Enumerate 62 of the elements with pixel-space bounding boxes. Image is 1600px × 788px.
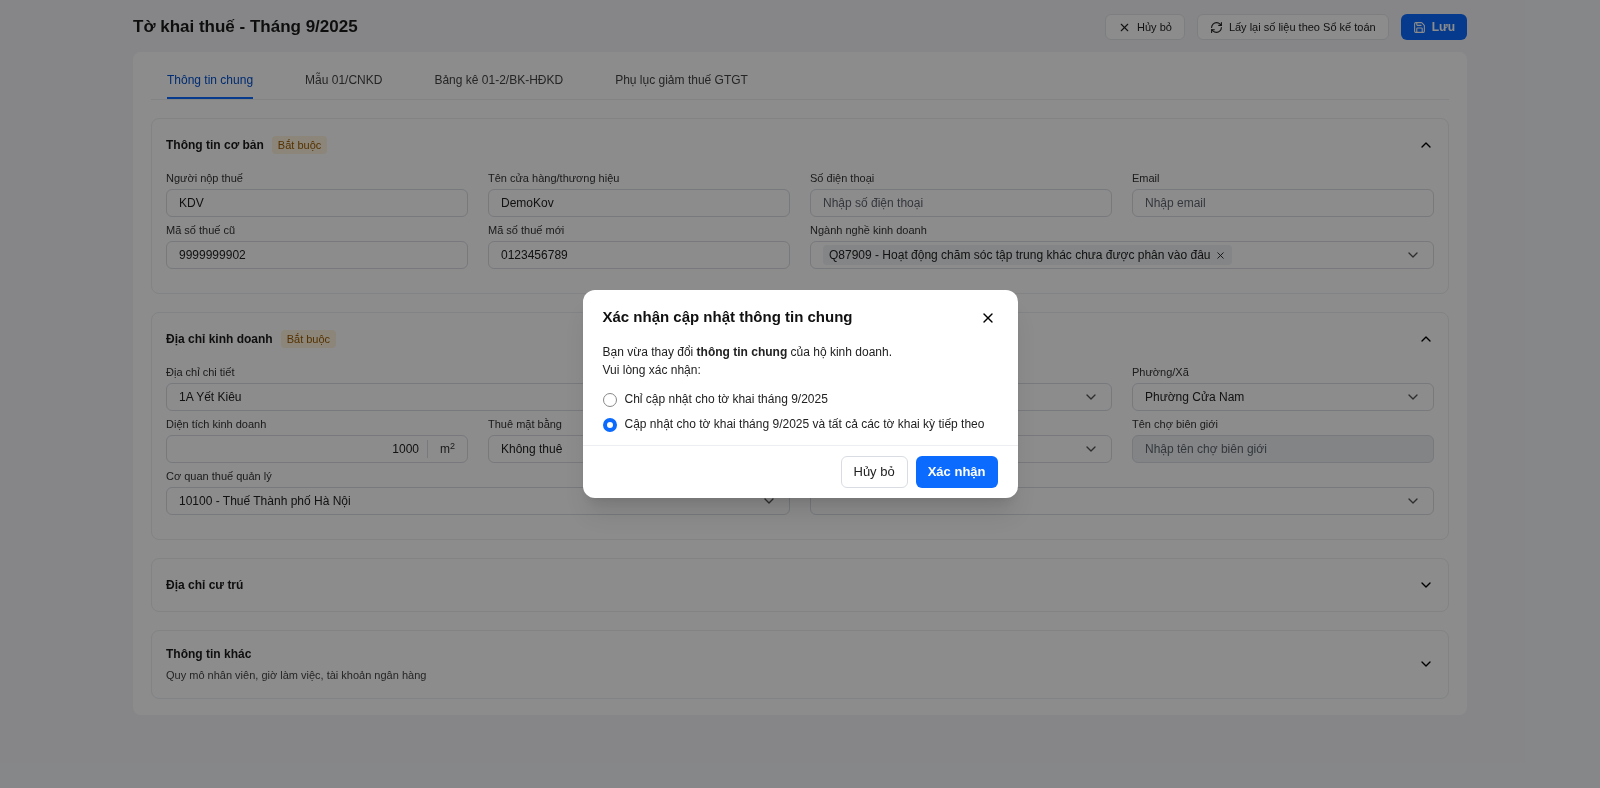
- input-field[interactable]: 1000 m$^{2}$: [166, 435, 468, 463]
- reload-button[interactable]: Lấy lại số liệu theo Sổ kế toán: [1196, 14, 1389, 40]
- option-label: Cập nhật cho tờ khai tháng 9/2025 và tất cả các tờ khai kỳ tiếp theo: [624, 415, 985, 433]
- field-label: Tên cửa hàng/thương hiệu: [488, 171, 620, 185]
- field-label: Email: [1132, 171, 1160, 185]
- field-value: 10100 - Thuế Thành phố Hà Nội: [179, 493, 351, 510]
- required-badge: Bắt buộc: [271, 135, 328, 155]
- field-label: Số điện thoại: [810, 171, 875, 185]
- input-field[interactable]: 9999999902: [166, 241, 468, 269]
- input-field[interactable]: DemoKov: [488, 189, 790, 217]
- page-title: Tờ khai thuế - Tháng 9/2025: [133, 16, 358, 39]
- input-field[interactable]: Nhập số điện thoại: [810, 189, 1112, 217]
- placeholder: Nhập email: [1145, 195, 1206, 212]
- select-field[interactable]: Phường Cửa Nam: [1132, 383, 1434, 411]
- field-value: Không thuê: [501, 441, 563, 458]
- radio-button[interactable]: [602, 417, 617, 432]
- field-label: Ngành nghề kinh doanh: [810, 223, 927, 237]
- save-icon: [1412, 20, 1426, 34]
- field-value: KDV: [179, 195, 204, 212]
- input-field[interactable]: KDV: [166, 189, 468, 217]
- section-title: Địa chỉ kinh doanh: [166, 331, 273, 348]
- section-title: Địa chỉ cư trú: [166, 577, 244, 594]
- field-value: 9999999902: [179, 247, 246, 264]
- refresh-icon: [1209, 20, 1223, 34]
- field-label: Cơ quan thuế quản lý: [166, 469, 272, 483]
- field-label: Phường/Xã: [1132, 365, 1189, 379]
- cancel-button[interactable]: Hủy bỏ: [840, 455, 908, 488]
- field-label: Tên chợ biên giới: [1132, 417, 1218, 431]
- input-field[interactable]: Nhập email: [1132, 189, 1434, 217]
- field-label: Diện tích kinh doanh: [166, 417, 267, 431]
- field-label: Mã số thuế cũ: [166, 223, 236, 237]
- tag: Q87909 - Hoạt động chăm sóc tập trung khác chưa được phân vào đâu: [823, 245, 1232, 265]
- save-button[interactable]: Lưu: [1400, 14, 1467, 40]
- field-label: Địa chỉ chi tiết: [166, 365, 235, 379]
- section-title: Thông tin khác: [166, 646, 252, 663]
- placeholder: Nhập tên chợ biên giới: [1145, 441, 1267, 458]
- remove-icon: [1214, 249, 1226, 261]
- placeholder: Nhập số điện thoại: [823, 195, 924, 212]
- radio-button[interactable]: [602, 392, 617, 407]
- cancel-button[interactable]: Hủy bỏ: [1105, 14, 1185, 40]
- required-badge: Bắt buộc: [280, 329, 337, 349]
- dialog-prompt: Vui lòng xác nhận:: [602, 361, 702, 379]
- section-subtitle: Quy mô nhân viên, giờ làm việc, tài khoản ngân hàng: [166, 668, 427, 683]
- field-value: 0123456789: [501, 247, 568, 264]
- field-value: DemoKov: [501, 195, 554, 212]
- select-field[interactable]: Q87909 - Hoạt động chăm sóc tập trung khác chưa được phân vào đâu: [810, 241, 1434, 269]
- dialog-title: Xác nhận cập nhật thông tin chung: [602, 307, 853, 328]
- tab[interactable]: Thông tin chung: [167, 71, 254, 99]
- field-value: 1A Yết Kiêu: [179, 389, 242, 406]
- tab[interactable]: Mẫu 01/CNKD: [305, 71, 383, 99]
- tab[interactable]: Phụ lục giảm thuế GTGT: [615, 71, 748, 99]
- input-field[interactable]: 0123456789: [488, 241, 790, 269]
- field-value: 1000: [392, 441, 419, 458]
- tab[interactable]: Bảng kê 01-2/BK-HĐKD: [434, 71, 564, 99]
- field-value: Phường Cửa Nam: [1145, 389, 1245, 406]
- confirm-button[interactable]: Xác nhận: [915, 455, 998, 488]
- field-label: Người nộp thuế: [166, 171, 243, 185]
- dialog-message: Bạn vừa thay đổi thông tin chung của hộ kinh doanh.: [602, 343, 893, 361]
- section-title: Thông tin cơ bản: [166, 137, 264, 154]
- field-label: Mã số thuế mới: [488, 223, 565, 237]
- unit-label: m$^{2}$: [427, 440, 455, 458]
- field-label: Thuê mặt bằng: [488, 417, 562, 431]
